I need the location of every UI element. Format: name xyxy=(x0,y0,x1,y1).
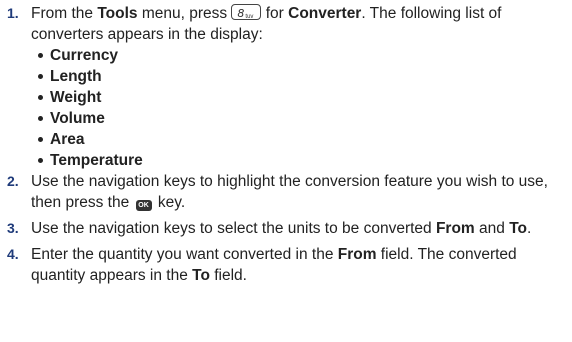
tools-menu-label: Tools xyxy=(97,5,138,22)
step-number: 1. xyxy=(7,5,19,21)
list-item: Temperature xyxy=(36,150,572,171)
to-field-label: To xyxy=(192,267,210,284)
list-item: Currency xyxy=(36,45,572,66)
step-2: 2. Use the navigation keys to highlight … xyxy=(0,171,572,213)
step-3: 3. Use the navigation keys to select the… xyxy=(0,218,572,239)
list-item: Length xyxy=(36,66,572,87)
step-number: 4. xyxy=(7,246,19,262)
key-8-icon: 8 tuv xyxy=(231,4,262,20)
list-item: Weight xyxy=(36,87,572,108)
step-1: 1. From the Tools menu, press 8 tuv for C… xyxy=(0,3,572,45)
step-text: From the Tools menu, press 8 tuv for Conv… xyxy=(31,4,502,43)
to-label: To xyxy=(509,220,527,237)
step-number: 3. xyxy=(7,220,19,236)
from-label: From xyxy=(435,220,475,237)
instruction-list: 1. From the Tools menu, press 8 tuv for C… xyxy=(0,0,572,286)
converter-label: Converter xyxy=(288,5,362,22)
list-item: Area xyxy=(36,129,572,150)
step-number: 2. xyxy=(7,173,19,189)
step-text: Enter the quantity you want converted in… xyxy=(31,246,517,284)
ok-key-icon: OK xyxy=(135,200,152,211)
step-text: Use the navigation keys to highlight the… xyxy=(31,173,548,211)
step-4: 4. Enter the quantity you want converted… xyxy=(0,244,572,286)
step-text: Use the navigation keys to select the un… xyxy=(31,220,532,237)
list-item: Volume xyxy=(36,108,572,129)
converter-list: Currency Length Weight Volume Area Tempe… xyxy=(0,45,572,171)
from-field-label: From xyxy=(337,246,377,263)
